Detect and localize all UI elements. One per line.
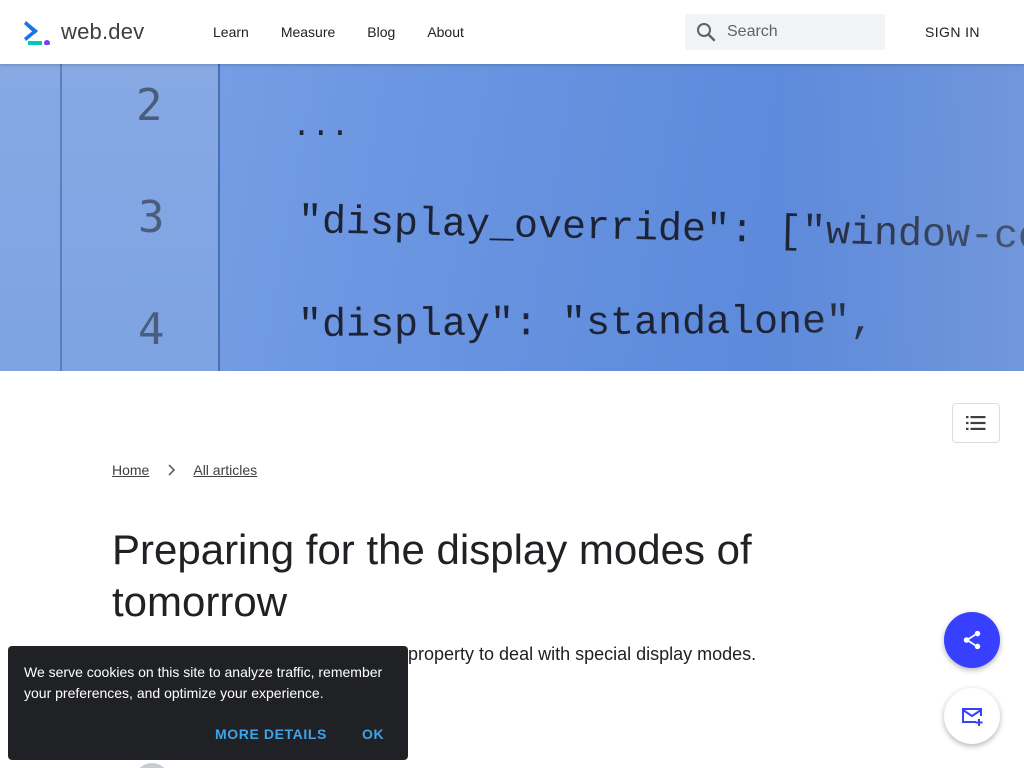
- nav-measure[interactable]: Measure: [281, 24, 335, 40]
- gutter-divider: [60, 64, 62, 371]
- share-icon: [963, 630, 981, 650]
- article-subtitle: property to deal with special display mo…: [408, 644, 757, 664]
- chevron-right-icon: [168, 464, 176, 476]
- breadcrumb-all-articles[interactable]: All articles: [193, 462, 257, 478]
- search-input[interactable]: [727, 23, 867, 41]
- cookie-banner: We serve cookies on this site to analyze…: [8, 646, 408, 760]
- line-number: 4: [138, 304, 165, 355]
- hero-image: 2 3 4 ... "display_override": ["window-c…: [0, 64, 1024, 371]
- ok-button[interactable]: OK: [362, 726, 384, 742]
- list-icon: [966, 416, 986, 430]
- logo-text: web.dev: [61, 19, 145, 44]
- share-button[interactable]: [944, 612, 1000, 668]
- mail-add-icon: [962, 708, 983, 726]
- nav-about[interactable]: About: [427, 24, 464, 40]
- subscribe-button[interactable]: [944, 688, 1000, 744]
- nav-blog[interactable]: Blog: [367, 24, 395, 40]
- web-dev-logo-icon: [24, 21, 50, 45]
- search-icon: [697, 23, 716, 42]
- code-line: ...: [292, 108, 350, 145]
- nav-learn[interactable]: Learn: [213, 24, 249, 40]
- page-title: Preparing for the display modes of tomor…: [112, 526, 752, 625]
- site-logo[interactable]: web.dev: [24, 17, 144, 47]
- toc-button[interactable]: [952, 403, 1000, 443]
- code-gutter: [0, 64, 220, 371]
- author-avatar[interactable]: [134, 763, 170, 768]
- line-number: 2: [136, 80, 163, 131]
- line-number: 3: [138, 192, 165, 243]
- more-details-button[interactable]: MORE DETAILS: [215, 726, 327, 742]
- cookie-message: We serve cookies on this site to analyze…: [24, 664, 383, 701]
- breadcrumb: Home All articles: [112, 462, 257, 478]
- breadcrumb-home[interactable]: Home: [112, 462, 149, 478]
- main-nav: Learn Measure Blog About: [213, 0, 496, 64]
- search-box[interactable]: [685, 14, 885, 50]
- sign-in-button[interactable]: SIGN IN: [925, 24, 980, 40]
- top-app-bar: web.dev Learn Measure Blog About SIGN IN: [0, 0, 1024, 64]
- hero-haze: [780, 64, 1024, 371]
